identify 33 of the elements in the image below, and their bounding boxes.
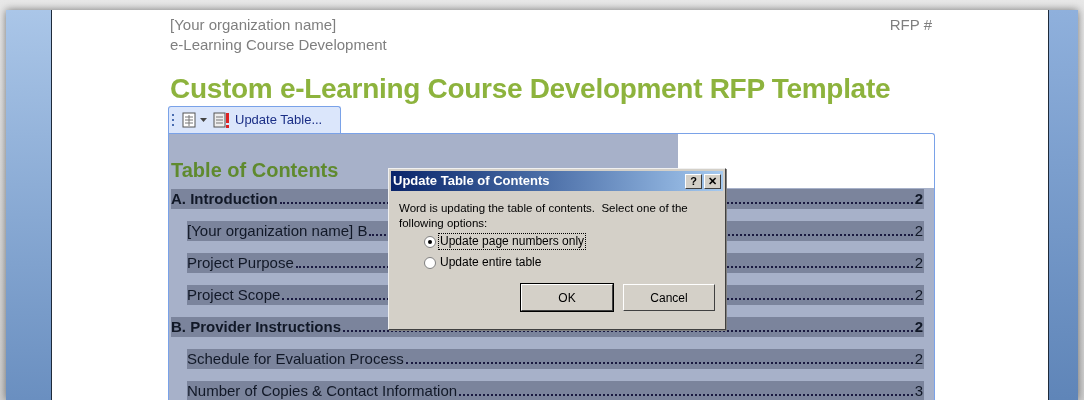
header-text: e-Learning Course Development xyxy=(170,35,387,55)
toc-entry-title[interactable]: Project Scope xyxy=(187,285,281,305)
toc-heading: Table of Contents xyxy=(171,158,339,182)
update-table-button[interactable]: Update Table... xyxy=(234,110,324,130)
page-number: 2 xyxy=(914,253,924,273)
ok-button[interactable]: OK xyxy=(521,284,613,311)
help-button[interactable]: ? xyxy=(685,173,702,189)
dialog-title: Update Table of Contents xyxy=(393,172,550,191)
grip-icon[interactable] xyxy=(172,113,175,127)
toc-entry-title[interactable]: Project Purpose xyxy=(187,253,294,273)
page-number: 2 xyxy=(914,285,924,305)
toc-entry-title[interactable]: B. Provider Instructions xyxy=(171,317,342,337)
toc-entry-title[interactable]: Schedule for Evaluation Process xyxy=(187,349,404,369)
page-number: 2 xyxy=(914,189,924,209)
page-number: 2 xyxy=(914,317,924,337)
page-number: 2 xyxy=(914,349,924,369)
page-number: 2 xyxy=(914,221,924,241)
radio-button[interactable] xyxy=(424,235,436,248)
radio-label[interactable]: Update entire table xyxy=(439,255,543,270)
page-number: 3 xyxy=(914,381,924,400)
cancel-button[interactable]: Cancel xyxy=(623,284,715,311)
toc-entry-title[interactable]: A. Introduction xyxy=(171,189,278,209)
header-text: [Your organization name] xyxy=(170,15,338,35)
radio-label[interactable]: Update page numbers only xyxy=(439,234,586,249)
caret-icon[interactable] xyxy=(200,118,207,122)
close-button[interactable]: ✕ xyxy=(704,173,721,189)
dialog-message: Word is updating the table of contents. Select one of the following options: xyxy=(399,201,689,231)
toc-entry-title[interactable]: Number of Copies & Contact Information xyxy=(187,381,458,400)
toc-entry-title[interactable]: [Your organization name] B xyxy=(187,221,368,241)
header-text: RFP # xyxy=(889,15,933,35)
radio-button[interactable] xyxy=(424,256,436,269)
document-update-icon[interactable] xyxy=(213,112,231,128)
document-title: Custom e-Learning Course Development RFP Template xyxy=(170,72,892,106)
